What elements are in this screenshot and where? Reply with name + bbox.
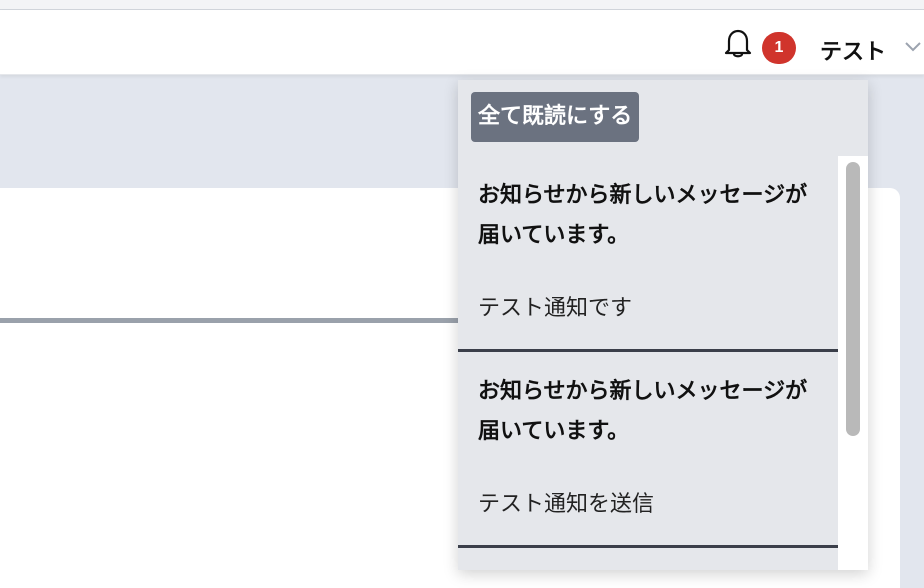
user-menu-name[interactable]: テスト bbox=[820, 34, 886, 66]
mark-all-read-button[interactable]: 全て既読にする bbox=[471, 92, 640, 142]
notification-bell-button[interactable] bbox=[720, 20, 756, 64]
notification-body: テスト通知です bbox=[478, 296, 633, 321]
notification-body: テスト通知を送信 bbox=[478, 492, 655, 517]
bell-icon bbox=[724, 29, 752, 58]
notification-item[interactable]: お知らせから新しいメッセージが届いています。 テスト通知です bbox=[458, 156, 838, 352]
notification-title: お知らせから新しいメッセージが届いています。 bbox=[478, 379, 808, 444]
app-header: 1 テスト bbox=[0, 10, 924, 75]
content-divider bbox=[0, 318, 460, 323]
notification-item[interactable]: お知らせから新しいメッセージが届いています。 テスト通知を送信 bbox=[458, 352, 838, 548]
chevron-down-icon[interactable] bbox=[904, 40, 922, 54]
top-strip bbox=[0, 0, 924, 10]
notification-count-badge: 1 bbox=[762, 32, 796, 64]
notification-scrollbar-thumb[interactable] bbox=[846, 162, 860, 436]
notification-title: お知らせから新しいメッセージが届いています。 bbox=[478, 183, 808, 248]
notification-list: お知らせから新しいメッセージが届いています。 テスト通知です お知らせから新しい… bbox=[458, 156, 838, 570]
notification-dropdown: 全て既読にする お知らせから新しいメッセージが届いています。 テスト通知です お… bbox=[458, 80, 868, 570]
